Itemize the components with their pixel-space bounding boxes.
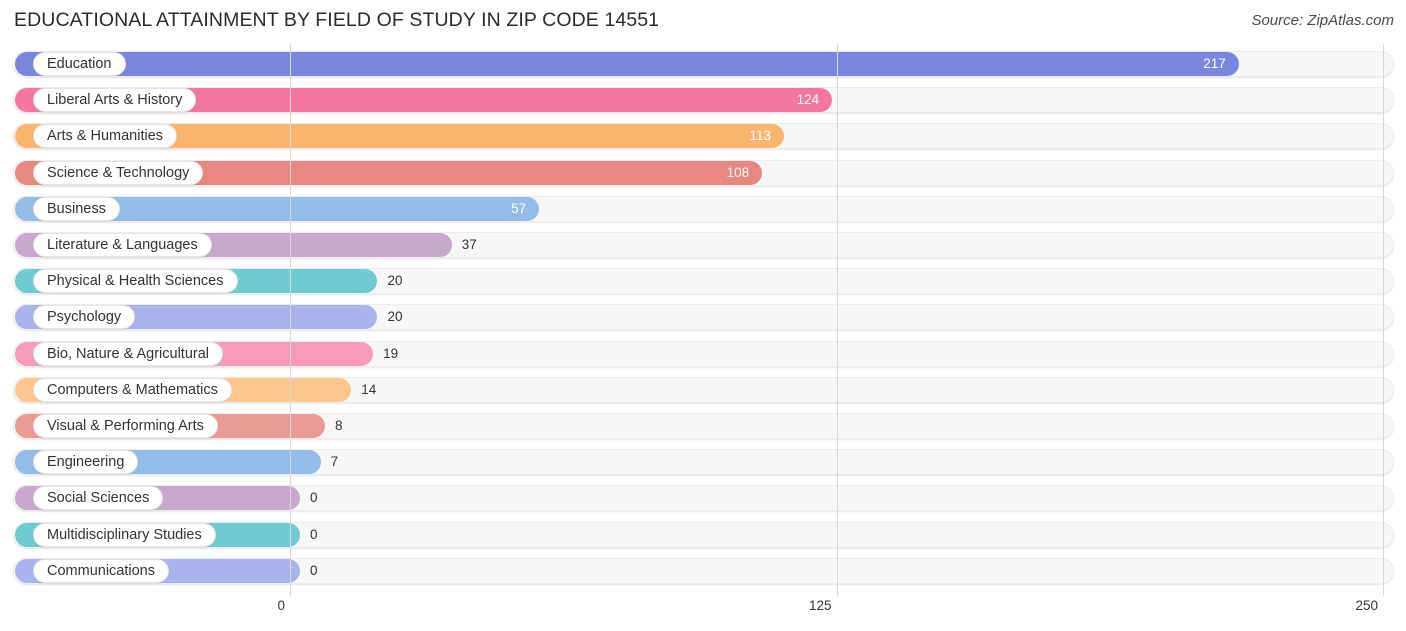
chart-row[interactable]: Computers & Mathematics 14 — [13, 375, 1394, 405]
chart-row[interactable]: Communications 0 — [13, 556, 1394, 586]
bar-value-label: 0 — [310, 526, 318, 542]
bar-value-label: 0 — [310, 562, 318, 578]
chart-row[interactable]: 217 Education — [13, 49, 1394, 79]
bar-value-label: 8 — [334, 418, 343, 433]
chart-row[interactable]: 113 Arts & Humanities — [13, 121, 1394, 151]
chart-page: EDUCATIONAL ATTAINMENT BY FIELD OF STUDY… — [0, 0, 1406, 631]
x-axis-tick-label: 125 — [808, 598, 832, 613]
chart-row[interactable]: 124 Liberal Arts & History — [13, 85, 1394, 115]
bar-category-label: Science & Technology — [33, 160, 204, 185]
chart-row[interactable]: Physical & Health Sciences 20 — [13, 266, 1394, 296]
bar-category-label: Social Sciences — [33, 486, 164, 511]
bar-value-label: 14 — [361, 381, 377, 397]
bar-category-label: Liberal Arts & History — [33, 88, 197, 113]
chart-row[interactable]: Social Sciences 0 — [13, 483, 1394, 513]
x-axis: 0 125 250 — [0, 596, 1406, 631]
chart-row[interactable]: 57 Business — [13, 194, 1394, 224]
bar-category-label: Psychology — [33, 305, 136, 330]
gridline-250 — [1383, 44, 1384, 596]
chart-row[interactable]: Bio, Nature & Agricultural 19 — [13, 339, 1394, 369]
bar-category-label: Multidisciplinary Studies — [33, 522, 216, 547]
x-axis-tick-label: 250 — [1355, 598, 1378, 613]
bar-category-label: Bio, Nature & Agricultural — [33, 341, 223, 366]
bar-value-label: 7 — [330, 454, 339, 470]
chart-header: EDUCATIONAL ATTAINMENT BY FIELD OF STUDY… — [0, 0, 1406, 44]
bar-value-label: 124 — [796, 92, 820, 108]
chart-plot-area: 217 Education 124 Liberal Arts & History 113… — [0, 44, 1406, 596]
bar-value-label: 0 — [310, 490, 318, 506]
bar-value-label: 57 — [511, 200, 527, 216]
bar-value-label: 19 — [383, 345, 399, 361]
bar-value-label: 217 — [1203, 56, 1226, 71]
bar-category-label: Physical & Health Sciences — [33, 269, 238, 294]
page-title: EDUCATIONAL ATTAINMENT BY FIELD OF STUDY… — [14, 9, 660, 31]
chart-row[interactable]: Literature & Languages 37 — [13, 230, 1394, 260]
chart-row[interactable]: Visual & Performing Arts 8 — [13, 411, 1394, 441]
bar-category-label: Arts & Humanities — [33, 124, 178, 149]
bar-value-label: 113 — [749, 128, 772, 144]
bar-value-label: 20 — [387, 309, 403, 325]
bar-category-label: Communications — [33, 558, 169, 583]
chart-row[interactable]: Psychology 20 — [13, 302, 1394, 332]
bar-category-label: Business — [33, 196, 120, 221]
x-axis-tick-label: 0 — [277, 598, 285, 613]
bar-category-label: Education — [33, 52, 126, 76]
bar-category-label: Visual & Performing Arts — [33, 414, 218, 438]
gridline-125 — [836, 44, 838, 596]
source-attribution: Source: ZipAtlas.com — [1251, 12, 1394, 29]
bar-value-label: 20 — [387, 273, 403, 289]
bar-value-label: 37 — [461, 237, 477, 252]
chart-row[interactable]: 108 Science & Technology — [13, 158, 1394, 188]
bar-value-label: 108 — [726, 164, 750, 180]
chart-row[interactable]: Engineering 7 — [13, 447, 1394, 477]
bar-category-label: Literature & Languages — [33, 233, 212, 257]
bar-category-label: Computers & Mathematics — [33, 377, 232, 402]
gridline-0 — [290, 44, 291, 596]
chart-row[interactable]: Multidisciplinary Studies 0 — [13, 520, 1394, 550]
bar[interactable]: 217 — [15, 52, 1239, 76]
bar-category-label: Engineering — [33, 450, 139, 475]
